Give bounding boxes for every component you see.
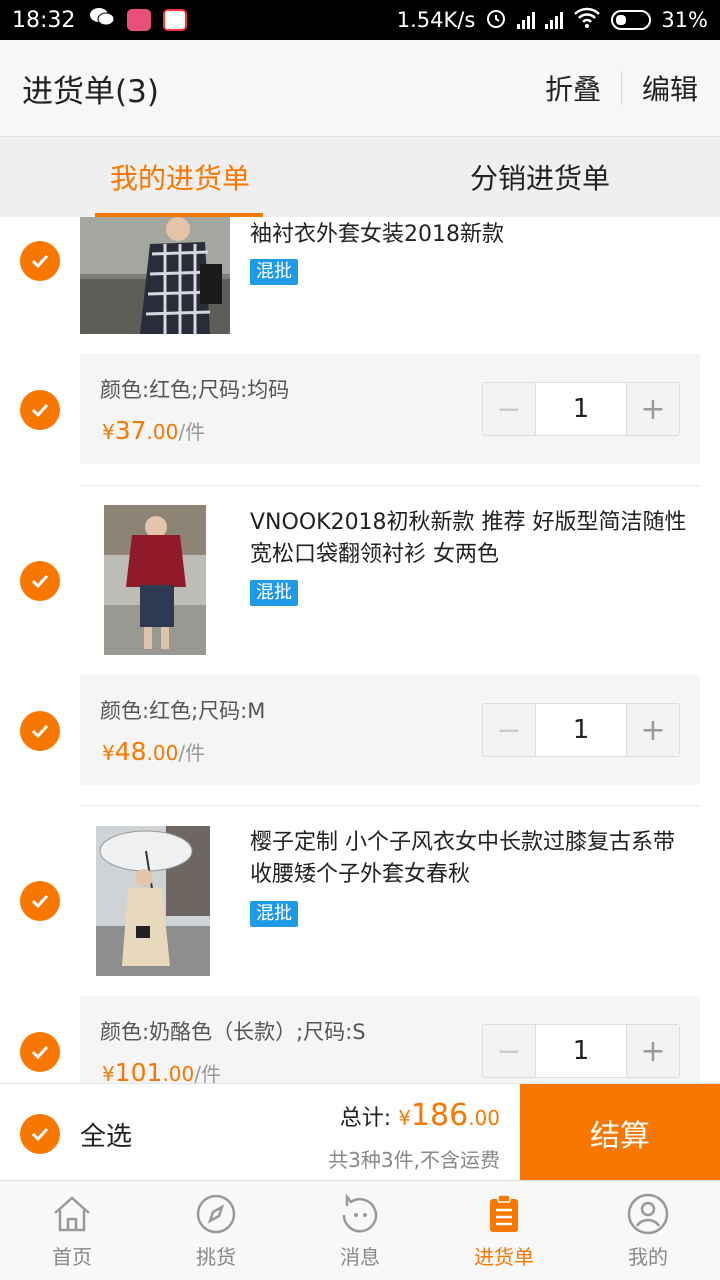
check-icon bbox=[31, 1045, 49, 1060]
nav-orders[interactable]: 进货单 bbox=[432, 1181, 576, 1280]
item-checkbox[interactable] bbox=[20, 561, 60, 601]
sku-attributes: 颜色:奶酪色（长款）;尺码:S bbox=[100, 1020, 366, 1044]
sku-checkbox[interactable] bbox=[20, 1032, 60, 1072]
quantity-value[interactable]: 1 bbox=[535, 383, 627, 435]
alarm-icon bbox=[485, 7, 507, 34]
quantity-stepper[interactable]: − 1 + bbox=[482, 703, 680, 757]
home-icon bbox=[54, 1196, 90, 1232]
select-all-checkbox[interactable] bbox=[20, 1114, 60, 1154]
product-name[interactable]: 袖衬衣外套女装2018新款 bbox=[250, 219, 695, 251]
nav-profile[interactable]: 我的 bbox=[576, 1181, 720, 1280]
mixed-batch-tag: 混批 bbox=[250, 580, 298, 606]
mixed-batch-tag: 混批 bbox=[250, 901, 298, 927]
product-image[interactable] bbox=[96, 826, 210, 976]
tab-my-orders[interactable]: 我的进货单 bbox=[0, 137, 360, 217]
status-bar: 18:32 1.54K/s 31% bbox=[0, 0, 720, 40]
bilibili-icon bbox=[127, 9, 152, 31]
divider bbox=[80, 485, 700, 486]
order-list[interactable]: 袖衬衣外套女装2018新款 混批 颜色:红色;尺码:均码 ¥37.00/件 − … bbox=[0, 217, 720, 1083]
sku-attributes: 颜色:红色;尺码:M bbox=[100, 699, 266, 723]
user-icon bbox=[627, 1193, 669, 1235]
item-checkbox[interactable] bbox=[20, 881, 60, 921]
page-title: 进货单(3) bbox=[22, 73, 159, 110]
check-icon bbox=[31, 894, 49, 909]
wifi-icon bbox=[573, 7, 601, 34]
check-icon bbox=[31, 724, 49, 739]
sku-attributes: 颜色:红色;尺码:均码 bbox=[100, 378, 290, 402]
tab-distribution-orders[interactable]: 分销进货单 bbox=[360, 137, 720, 217]
mixed-batch-tag: 混批 bbox=[250, 259, 298, 285]
check-icon bbox=[31, 1127, 49, 1142]
decrease-button[interactable]: − bbox=[483, 383, 535, 435]
checkout-button[interactable]: 结算 bbox=[520, 1084, 720, 1181]
edit-button[interactable]: 编辑 bbox=[642, 68, 698, 108]
unit-price: ¥37.00/件 bbox=[102, 416, 206, 445]
fold-button[interactable]: 折叠 bbox=[545, 68, 601, 108]
network-speed: 1.54K/s bbox=[396, 8, 476, 32]
nav-messages[interactable]: 消息 bbox=[288, 1181, 432, 1280]
sku-row: 颜色:红色;尺码:均码 ¥37.00/件 − 1 + bbox=[80, 354, 700, 464]
product-name[interactable]: VNOOK2018初秋新款 推荐 好版型简洁随性宽松口袋翻领衬衫 女两色 bbox=[250, 507, 695, 571]
product-image[interactable] bbox=[104, 505, 206, 655]
total-note: 共3种3件,不含运费 bbox=[328, 1148, 500, 1172]
product-image[interactable] bbox=[80, 217, 230, 334]
quantity-stepper[interactable]: − 1 + bbox=[482, 1024, 680, 1078]
decrease-button[interactable]: − bbox=[483, 704, 535, 756]
divider bbox=[620, 71, 622, 105]
decrease-button[interactable]: − bbox=[483, 1025, 535, 1077]
quantity-value[interactable]: 1 bbox=[535, 1025, 627, 1077]
nav-home[interactable]: 首页 bbox=[0, 1181, 144, 1280]
sku-row: 颜色:奶酪色（长款）;尺码:S ¥101.00/件 − 1 + bbox=[80, 996, 700, 1083]
signal-icon bbox=[545, 11, 564, 29]
sku-row: 颜色:红色;尺码:M ¥48.00/件 − 1 + bbox=[80, 675, 700, 785]
nav-browse[interactable]: 挑货 bbox=[144, 1181, 288, 1280]
check-icon bbox=[31, 574, 49, 589]
increase-button[interactable]: + bbox=[627, 1025, 679, 1077]
compass-icon bbox=[196, 1194, 236, 1234]
clipboard-icon bbox=[490, 1194, 518, 1232]
unit-price: ¥48.00/件 bbox=[102, 737, 206, 766]
increase-button[interactable]: + bbox=[627, 383, 679, 435]
checkout-bar: 全选 总计: ¥186.00 共3种3件,不含运费 结算 bbox=[0, 1083, 720, 1181]
app-58-icon bbox=[163, 9, 188, 31]
item-checkbox[interactable] bbox=[20, 241, 60, 281]
status-time: 18:32 bbox=[12, 7, 76, 33]
bottom-nav: 首页 挑货 消息 进货单 我的 bbox=[0, 1180, 720, 1280]
product-name[interactable]: 樱子定制 小个子风衣女中长款过膝复古系带收腰矮个子外套女春秋 bbox=[250, 827, 695, 891]
signal-icon bbox=[517, 11, 536, 29]
page-header: 进货单(3) 折叠 编辑 bbox=[0, 40, 720, 137]
message-icon bbox=[342, 1193, 378, 1233]
unit-price: ¥101.00/件 bbox=[102, 1058, 222, 1083]
select-all-label[interactable]: 全选 bbox=[80, 1116, 132, 1153]
sku-checkbox[interactable] bbox=[20, 711, 60, 751]
quantity-stepper[interactable]: − 1 + bbox=[482, 382, 680, 436]
wechat-icon bbox=[89, 6, 115, 34]
increase-button[interactable]: + bbox=[627, 704, 679, 756]
battery-level: 31% bbox=[661, 8, 708, 32]
total-amount: 总计: ¥186.00 bbox=[339, 1098, 500, 1133]
battery-icon bbox=[611, 10, 652, 30]
tab-bar: 我的进货单 分销进货单 bbox=[0, 137, 720, 217]
check-icon bbox=[31, 254, 49, 269]
divider bbox=[80, 805, 700, 806]
sku-checkbox[interactable] bbox=[20, 390, 60, 430]
check-icon bbox=[31, 403, 49, 418]
quantity-value[interactable]: 1 bbox=[535, 704, 627, 756]
